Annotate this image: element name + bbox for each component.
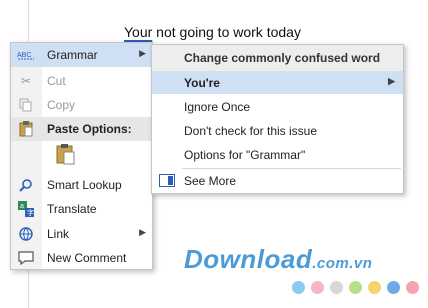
menu-item-new-comment[interactable]: New Comment: [11, 246, 152, 270]
clipboard-icon: [17, 121, 35, 137]
menu-item-copy[interactable]: Copy: [11, 93, 152, 117]
suggestion-youre[interactable]: You're ▶: [152, 71, 403, 94]
ignore-once-label: Ignore Once: [184, 100, 251, 114]
svg-text:字: 字: [27, 208, 34, 217]
copy-icon: [17, 97, 35, 113]
grammar-submenu: Change commonly confused word You're ▶ I…: [151, 44, 404, 194]
menu-item-cut[interactable]: ✂ Cut: [11, 69, 152, 93]
translate-icon: a字: [17, 201, 35, 217]
watermark-dot: [387, 281, 400, 294]
translate-label: Translate: [47, 202, 97, 216]
paste-keep-source-icon[interactable]: [55, 143, 77, 168]
watermark-domain: .com.vn: [312, 255, 373, 272]
paste-options-label: Paste Options:: [47, 122, 132, 136]
suggestion-label: You're: [184, 76, 220, 90]
scissors-icon: ✂: [20, 74, 32, 88]
link-icon: [17, 226, 35, 242]
menu-item-link[interactable]: Link ▶: [11, 222, 152, 246]
svg-text:a: a: [20, 203, 24, 210]
dont-check-item[interactable]: Don't check for this issue: [152, 119, 403, 142]
comment-icon: [17, 250, 35, 266]
menu-item-paste-options: Paste Options:: [11, 117, 152, 141]
watermark-dot: [349, 281, 362, 294]
flagged-word[interactable]: Your: [124, 24, 152, 40]
document-text[interactable]: Your not going to work today: [124, 24, 301, 40]
menu-item-grammar[interactable]: ABC Grammar ▶: [11, 43, 152, 67]
new-comment-label: New Comment: [47, 251, 127, 265]
chevron-right-icon: ▶: [139, 227, 146, 237]
grammar-label: Grammar: [47, 48, 98, 62]
watermark-text: Download: [184, 244, 313, 274]
watermark-dot: [330, 281, 343, 294]
svg-text:ABC: ABC: [17, 52, 31, 59]
download-watermark: Download.com.vn: [184, 244, 372, 275]
link-label: Link: [47, 227, 70, 241]
watermark-dot: [311, 281, 324, 294]
abc-spelling-icon: ABC: [17, 47, 35, 63]
submenu-header-text: Change commonly confused word: [184, 51, 381, 65]
watermark-dot: [406, 281, 419, 294]
watermark-dots: [292, 281, 419, 294]
ignore-once-item[interactable]: Ignore Once: [152, 95, 403, 118]
smart-lookup-icon: [17, 177, 35, 193]
sentence-rest: not going to work today: [152, 24, 301, 40]
see-more-item[interactable]: See More: [152, 169, 403, 192]
pane-icon: [159, 174, 175, 190]
chevron-right-icon: ▶: [388, 76, 395, 86]
submenu-header: Change commonly confused word: [152, 45, 403, 71]
cut-label: Cut: [47, 74, 66, 88]
dont-check-label: Don't check for this issue: [184, 124, 318, 138]
grammar-options-label: Options for "Grammar": [184, 148, 306, 162]
grammar-options-item[interactable]: Options for "Grammar": [152, 143, 403, 166]
smart-lookup-label: Smart Lookup: [47, 178, 122, 192]
context-menu: ABC Grammar ▶ ✂ Cut Copy Paste Options: …: [10, 42, 153, 270]
watermark-dot: [368, 281, 381, 294]
paste-option-keep-text[interactable]: [43, 141, 153, 169]
menu-item-translate[interactable]: a字 Translate: [11, 197, 152, 221]
copy-label: Copy: [47, 98, 76, 112]
chevron-right-icon: ▶: [139, 48, 146, 58]
menu-item-smart-lookup[interactable]: Smart Lookup: [11, 173, 152, 197]
see-more-label: See More: [184, 174, 237, 188]
watermark-dot: [292, 281, 305, 294]
